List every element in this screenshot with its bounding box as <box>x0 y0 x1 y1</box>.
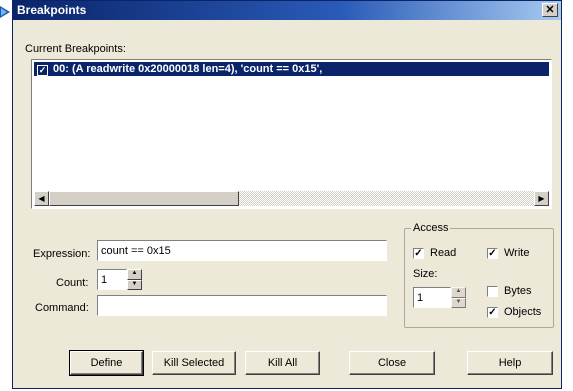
window-title: Breakpoints <box>17 3 87 17</box>
command-input[interactable] <box>97 295 387 316</box>
help-button[interactable]: Help <box>467 351 553 375</box>
scroll-right-arrow-icon[interactable]: ▶ <box>534 191 549 206</box>
bytes-label: Bytes <box>504 285 532 297</box>
breakpoints-list[interactable]: ✓ 00: (A readwrite 0x20000018 len=4), 'co… <box>31 59 552 209</box>
size-spin-up-icon[interactable]: ▲ <box>451 287 466 298</box>
spin-up-icon[interactable]: ▲ <box>127 269 142 280</box>
objects-checkbox[interactable]: ✓ Objects <box>487 306 541 318</box>
bytes-checkbox[interactable]: Bytes <box>487 285 532 297</box>
expression-input[interactable] <box>97 240 387 261</box>
bytes-check-box <box>487 285 498 297</box>
scroll-left-arrow-icon[interactable]: ◀ <box>34 191 49 206</box>
size-label: Size: <box>413 268 438 280</box>
write-check-icon: ✓ <box>487 247 498 259</box>
breakpoint-text: 00: (A readwrite 0x20000018 len=4), 'cou… <box>53 63 323 75</box>
close-window-button[interactable]: ✕ <box>542 3 558 17</box>
scroll-track[interactable] <box>239 191 534 206</box>
objects-check-icon: ✓ <box>487 306 498 318</box>
close-button[interactable]: Close <box>349 351 435 375</box>
pointer-arrow-highlight <box>1 8 7 16</box>
expression-label: Expression: <box>33 248 91 260</box>
scroll-thumb[interactable] <box>49 191 239 206</box>
horizontal-scrollbar[interactable]: ◀ ▶ <box>34 191 549 206</box>
command-label: Command: <box>35 302 89 314</box>
size-spinner[interactable]: ▲ ▼ <box>451 287 466 308</box>
read-checkbox[interactable]: ✓ Read <box>413 247 456 259</box>
define-button[interactable]: Define <box>69 350 144 376</box>
kill-all-button[interactable]: Kill All <box>245 351 320 375</box>
breakpoints-dialog: Breakpoints ✕ Current Breakpoints: ✓ 00: … <box>12 0 562 389</box>
kill-selected-button[interactable]: Kill Selected <box>152 351 236 375</box>
write-checkbox[interactable]: ✓ Write <box>487 247 529 259</box>
access-group-title: Access <box>411 222 451 234</box>
read-label: Read <box>430 247 457 259</box>
size-input[interactable] <box>413 287 451 308</box>
size-spin-down-icon[interactable]: ▼ <box>451 297 466 308</box>
breakpoint-row[interactable]: ✓ 00: (A readwrite 0x20000018 len=4), 'co… <box>34 62 549 76</box>
title-bar[interactable]: Breakpoints ✕ <box>13 1 561 20</box>
breakpoint-enabled-checkbox[interactable]: ✓ <box>37 65 48 76</box>
count-label: Count: <box>56 277 89 289</box>
current-breakpoints-label: Current Breakpoints: <box>25 43 126 55</box>
spin-down-icon[interactable]: ▼ <box>127 279 142 290</box>
access-group: Access ✓ Read ✓ Write Size: ▲ ▼ Bytes ✓ … <box>404 222 554 328</box>
count-input[interactable] <box>97 269 127 290</box>
write-label: Write <box>504 247 530 259</box>
read-check-icon: ✓ <box>413 247 424 259</box>
objects-label: Objects <box>504 306 542 318</box>
count-spinner[interactable]: ▲ ▼ <box>127 269 142 290</box>
